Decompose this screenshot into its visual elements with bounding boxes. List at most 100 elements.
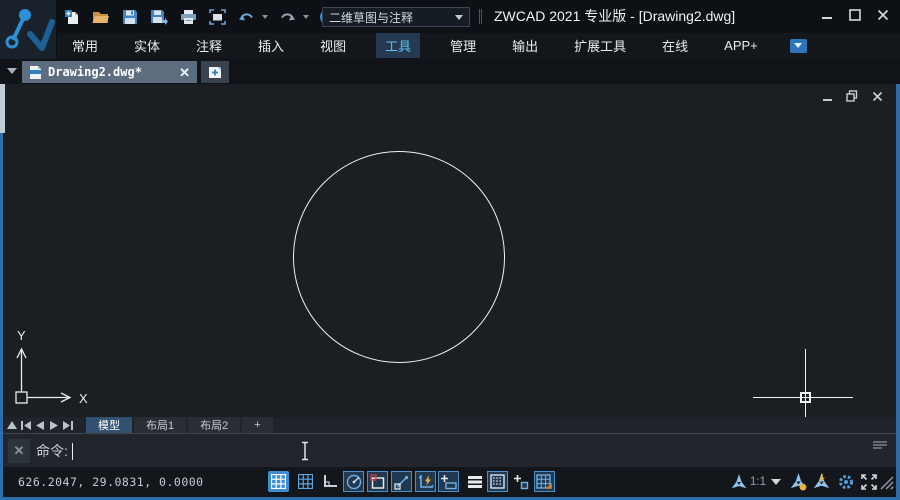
layout-tab-model[interactable]: 模型 [86,417,132,433]
doc-restore-button[interactable] [845,89,859,103]
ucs-x-label: X [79,391,88,406]
close-button[interactable] [874,6,892,24]
doc-minimize-button[interactable] [820,89,834,103]
ribbon-tab-output[interactable]: 输出 [506,33,544,58]
undo-button[interactable] [236,7,256,27]
ribbon-tab-insert[interactable]: 插入 [252,33,290,58]
viewport-maximize-button[interactable] [534,471,555,492]
resize-grip-icon [878,474,894,490]
auto-annotation-scale-button[interactable] [811,471,832,492]
ribbon-tab-tools[interactable]: 工具 [376,33,420,58]
layout-next-button[interactable] [48,419,60,432]
lineweight-toggle-button[interactable] [464,471,485,492]
selection-cycling-icon [513,474,530,490]
layout-last-button[interactable] [62,419,74,432]
workspace-dropdown[interactable]: 二维草图与注释 [322,7,470,27]
fullscreen-icon [860,473,878,491]
next-tab-icon [50,421,58,430]
command-history-button[interactable] [872,437,888,455]
ribbon-collapse-button[interactable] [790,39,807,53]
open-file-button[interactable] [91,7,111,27]
resize-grip[interactable] [878,474,894,495]
undo-dropdown-arrow[interactable] [262,15,268,19]
annotation-scale-button[interactable] [728,471,749,492]
layout-prev-button[interactable] [34,419,46,432]
command-close-button[interactable]: ✕ [8,439,30,463]
scrollbar-thumb[interactable] [0,84,5,133]
annotation-scale-value[interactable]: 1:1 [750,467,766,497]
snap-toggle-button[interactable] [295,471,316,492]
triangle-up-icon [7,421,17,429]
print-button[interactable] [178,7,198,27]
redo-dropdown-arrow[interactable] [303,15,309,19]
transparency-icon [490,474,505,489]
command-line[interactable]: ✕ 命令: [3,433,896,467]
maximize-button[interactable] [846,6,864,24]
history-lines-icon [872,440,888,450]
window-border-right [896,84,900,500]
ribbon-tab-online[interactable]: 在线 [656,33,694,58]
close-icon [877,9,889,21]
ribbon-tab-annotate[interactable]: 注释 [190,33,228,58]
save-as-button[interactable] [149,7,169,27]
save-button[interactable] [120,7,140,27]
object-snap-icon [370,474,386,490]
ribbon-tab-solid[interactable]: 实体 [128,33,166,58]
minimize-icon [821,9,833,21]
dynamic-ucs-button[interactable] [415,471,436,492]
document-tab-label: Drawing2.dwg* [48,65,142,79]
layout-tab-layout1[interactable]: 布局1 [134,417,186,433]
doc-close-icon [872,91,883,102]
ribbon-tab-manage[interactable]: 管理 [444,33,482,58]
ibeam-cursor [299,441,311,466]
layout-first-button[interactable] [20,419,32,432]
layout-tab-layout2[interactable]: 布局2 [188,417,240,433]
crosshair-cursor [805,349,806,417]
preview-button[interactable] [207,7,227,27]
new-document-button[interactable] [201,61,229,83]
last-tab-icon [63,421,73,430]
ribbon-tab-app-plus[interactable]: APP+ [718,35,764,56]
status-bar: 626.2047, 29.0831, 0.0000 [3,467,896,497]
ucs-icon: Y X [5,326,101,414]
doc-minimize-icon [822,91,833,102]
ortho-toggle-button[interactable] [319,471,340,492]
settings-button[interactable] [835,471,856,492]
doc-close-button[interactable] [870,89,884,103]
ribbon-tab-home[interactable]: 常用 [66,33,104,58]
ribbon-tab-view[interactable]: 视图 [314,33,352,58]
workspace-dropdown-value: 二维草图与注释 [329,9,413,26]
polar-tracking-button[interactable] [343,471,364,492]
document-list-arrow[interactable] [7,68,17,74]
annotation-visibility-button[interactable] [788,471,809,492]
command-prompt: 命令: [36,434,73,468]
transparency-toggle-button[interactable] [487,471,508,492]
snap-tracking-icon [394,474,410,490]
layout-menu-button[interactable] [6,419,18,432]
new-file-button[interactable] [62,7,82,27]
layout-tab-add[interactable]: + [242,417,272,433]
redo-button[interactable] [277,7,297,27]
circle-entity[interactable] [293,151,505,363]
drawing-canvas[interactable]: Y X [3,84,896,417]
grid-toggle-button[interactable] [268,471,289,492]
object-snap-tracking-button[interactable] [391,471,412,492]
prev-tab-icon [36,421,44,430]
save-icon [122,9,138,25]
polar-tracking-icon [346,474,362,490]
selection-cycling-button[interactable] [511,471,532,492]
title-bar: ? 二维草图与注释 ZWCAD 2021 专业版 - [Drawing2.dwg… [0,0,900,33]
app-logo[interactable] [0,0,57,59]
document-tab-close-icon[interactable]: ✕ [179,66,190,79]
ribbon-tab-bar: 常用 实体 注释 插入 视图 工具 管理 输出 扩展工具 在线 APP+ [0,33,900,58]
coordinates-display: 626.2047, 29.0831, 0.0000 [18,467,204,497]
document-tab-drawing2[interactable]: Drawing2.dwg* ✕ [22,61,197,83]
dynamic-input-button[interactable] [438,471,459,492]
ribbon-tab-express[interactable]: 扩展工具 [568,33,632,58]
fullscreen-button[interactable] [858,471,879,492]
object-snap-button[interactable] [367,471,388,492]
zwcad-logo-icon [0,0,56,58]
scale-dropdown-arrow[interactable] [771,479,781,485]
minimize-button[interactable] [818,6,836,24]
pickbox-cursor [800,392,811,403]
